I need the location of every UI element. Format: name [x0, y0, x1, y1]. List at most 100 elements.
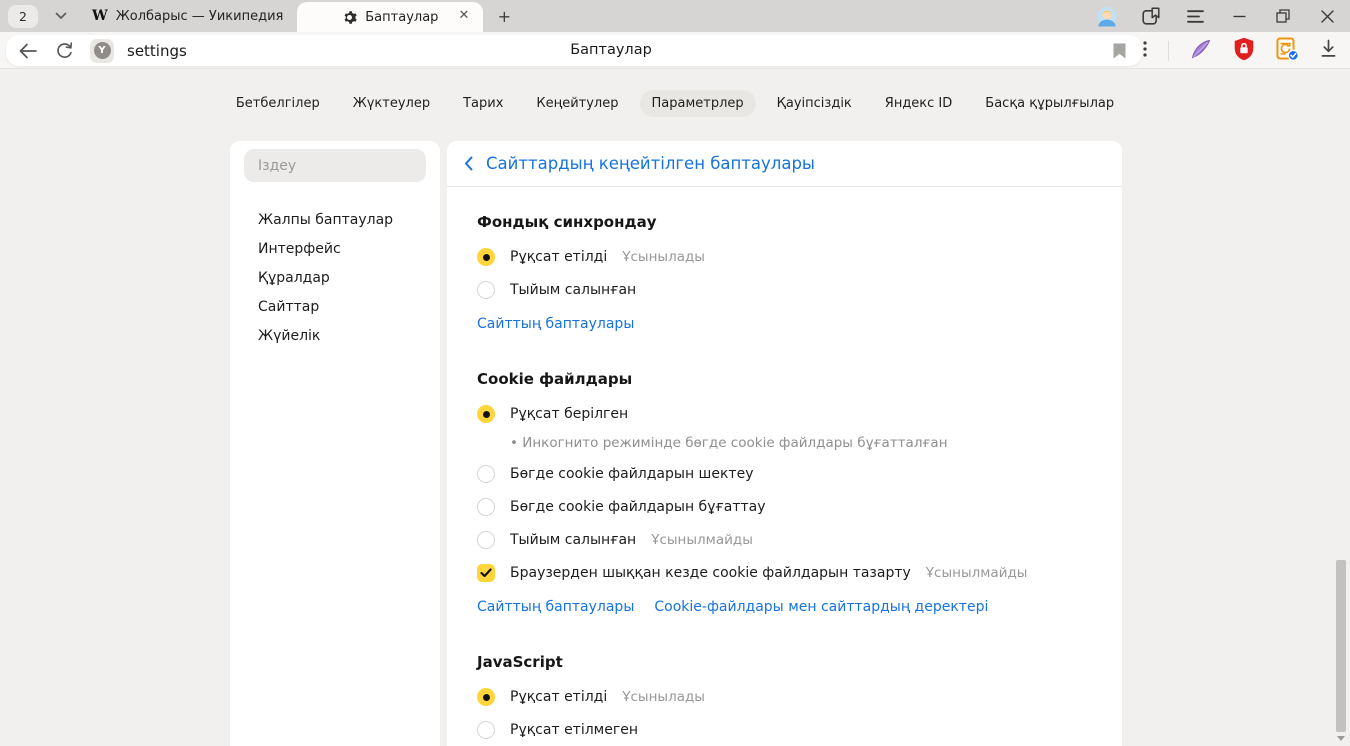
radio-unselected-icon[interactable]: [477, 498, 495, 516]
radio-option[interactable]: Тыйым салынған: [477, 280, 1092, 300]
nav-tab-bookmarks[interactable]: Бетбелгілер: [224, 90, 332, 117]
nav-tab-yandex-id[interactable]: Яндекс ID: [873, 90, 965, 117]
option-hint: Ұсынылады: [622, 689, 705, 705]
page-title[interactable]: Сайттардың кеңейтілген баптаулары: [486, 154, 815, 173]
extension-document-button[interactable]: [1276, 37, 1299, 65]
radio-option[interactable]: Рұқсат берілген: [477, 404, 1092, 424]
tabs-panel-button[interactable]: [1141, 6, 1161, 26]
sidebar-search[interactable]: [244, 149, 426, 182]
wikipedia-icon: W: [92, 8, 108, 24]
minimize-button[interactable]: [1229, 6, 1249, 26]
radio-option[interactable]: Рұқсат етілді Ұсынылады: [477, 247, 1092, 267]
profile-avatar[interactable]: [1097, 6, 1117, 26]
settings-sidebar: Жалпы баптаулар Интерфейс Құралдар Сайтт…: [230, 141, 440, 746]
site-settings-link[interactable]: Сайттың баптаулары: [477, 599, 634, 615]
option-label: Рұқсат етілмеген: [510, 722, 638, 738]
option-label: Бөгде cookie файлдарын шектеу: [510, 466, 754, 482]
radio-unselected-icon[interactable]: [477, 721, 495, 739]
option-label: Тыйым салынған: [510, 282, 636, 298]
tab-title: Жолбарыс — Уикипедия: [116, 9, 284, 24]
document-sync-icon: [1276, 37, 1299, 61]
sidebar-item-sites[interactable]: Сайттар: [230, 293, 440, 322]
tab-close-icon[interactable]: ✕: [458, 9, 469, 22]
page-scrollbar[interactable]: [1333, 0, 1350, 746]
bookmark-flag-icon: [1113, 43, 1126, 59]
site-favicon-badge[interactable]: Y: [90, 39, 114, 63]
nav-tab-history[interactable]: Тарих: [451, 90, 515, 117]
radio-selected-icon[interactable]: [477, 688, 495, 706]
option-label: Рұқсат берілген: [510, 406, 628, 422]
yandex-browser-icon: Y: [94, 42, 111, 59]
chevron-down-icon: [55, 12, 67, 20]
settings-page: Бетбелгілер Жүктеулер Тарих Кеңейтулер П…: [0, 69, 1350, 746]
section-title: Cookie файлдары: [477, 370, 1092, 388]
nav-tab-other-devices[interactable]: Басқа құрылғылар: [973, 90, 1126, 117]
scrollbar-thumb[interactable]: [1336, 560, 1346, 732]
nav-tab-extensions[interactable]: Кеңейтулер: [524, 90, 630, 117]
tabs-panel-icon: [1142, 7, 1161, 26]
sidebar-item-interface[interactable]: Интерфейс: [230, 235, 440, 264]
restore-button[interactable]: [1273, 6, 1293, 26]
radio-option[interactable]: Рұқсат етілді Ұсынылады: [477, 687, 1092, 707]
sidebar-item-system[interactable]: Жүйелік: [230, 322, 440, 351]
close-icon: [1321, 10, 1334, 23]
browser-tab-wikipedia[interactable]: W Жолбарыс — Уикипедия: [92, 8, 283, 24]
new-tab-button[interactable]: +: [493, 5, 515, 27]
checkbox-option[interactable]: Браузерден шыққан кезде cookie файлдарын…: [477, 563, 1092, 583]
settings-nav-tabs: Бетбелгілер Жүктеулер Тарих Кеңейтулер П…: [0, 90, 1350, 117]
toolbar-divider: [1168, 41, 1169, 61]
window-controls: [1097, 6, 1350, 26]
radio-unselected-icon[interactable]: [477, 465, 495, 483]
radio-option[interactable]: Тыйым салынған Ұсынылмайды: [477, 530, 1092, 550]
site-settings-link[interactable]: Сайттың баптаулары: [477, 316, 634, 332]
extension-adblock-button[interactable]: [1233, 37, 1255, 65]
tab-list-chevron-button[interactable]: [48, 5, 74, 28]
settings-main-panel: Сайттардың кеңейтілген баптаулары Фондық…: [447, 141, 1122, 746]
nav-tab-downloads[interactable]: Жүктеулер: [341, 90, 442, 117]
radio-option[interactable]: Бөгде cookie файлдарын шектеу: [477, 464, 1092, 484]
tab-title: Баптаулар: [365, 10, 438, 25]
radio-option[interactable]: Бөгде cookie файлдарын бұғаттау: [477, 497, 1092, 517]
option-hint: Ұсынылмайды: [651, 532, 753, 548]
radio-unselected-icon[interactable]: [477, 281, 495, 299]
url-text[interactable]: settings: [127, 42, 187, 60]
radio-unselected-icon[interactable]: [477, 531, 495, 549]
section-javascript: JavaScript Рұқсат етілді Ұсынылады Рұқса…: [477, 653, 1092, 746]
checkbox-checked-icon[interactable]: [477, 564, 495, 582]
option-label: Бөгде cookie файлдарын бұғаттау: [510, 499, 766, 515]
option-hint: Ұсынылады: [622, 249, 705, 265]
option-label: Рұқсат етілді: [510, 689, 607, 705]
radio-option[interactable]: Рұқсат етілмеген: [477, 720, 1092, 740]
search-input[interactable]: [244, 158, 426, 174]
section-background-sync: Фондық синхрондау Рұқсат етілді Ұсынылад…: [477, 213, 1092, 332]
toolbar-kebab-menu-button[interactable]: [1143, 41, 1147, 61]
reload-icon: [56, 42, 73, 60]
address-bar[interactable]: Y settings: [6, 35, 1142, 66]
sidebar-item-tools[interactable]: Құралдар: [230, 264, 440, 293]
bookmark-button[interactable]: [1113, 43, 1126, 59]
reload-button[interactable]: [50, 37, 78, 65]
back-button[interactable]: [14, 37, 42, 65]
kebab-menu-icon: [1143, 41, 1147, 57]
cookies-site-data-link[interactable]: Cookie-файлдары мен сайттардың деректері: [654, 599, 988, 615]
tab-counter-badge[interactable]: 2: [8, 5, 38, 28]
nav-tab-security[interactable]: Қауіпсіздік: [765, 90, 864, 117]
nav-tab-settings[interactable]: Параметрлер: [640, 90, 756, 117]
browser-tab-settings[interactable]: Баптаулар ✕: [297, 2, 483, 32]
restore-icon: [1276, 9, 1290, 23]
scrollbar-down-arrow-icon[interactable]: [1337, 736, 1345, 741]
page-back-header[interactable]: Сайттардың кеңейтілген баптаулары: [447, 141, 1122, 187]
section-title: Фондық синхрондау: [477, 213, 1092, 231]
browser-menu-button[interactable]: [1185, 6, 1205, 26]
toolbar-extensions: [1143, 35, 1350, 66]
checkmark-icon: [480, 568, 492, 578]
minimize-icon: [1233, 15, 1246, 18]
hamburger-menu-icon: [1187, 10, 1204, 23]
avatar-icon: [1097, 6, 1117, 27]
window-titlebar: 2 W Жолбарыс — Уикипедия Баптаулар ✕ +: [0, 0, 1350, 32]
back-arrow-icon: [19, 43, 37, 59]
radio-selected-icon[interactable]: [477, 248, 495, 266]
extension-feather-button[interactable]: [1190, 38, 1212, 64]
sidebar-item-general[interactable]: Жалпы баптаулар: [230, 206, 440, 235]
radio-selected-icon[interactable]: [477, 405, 495, 423]
